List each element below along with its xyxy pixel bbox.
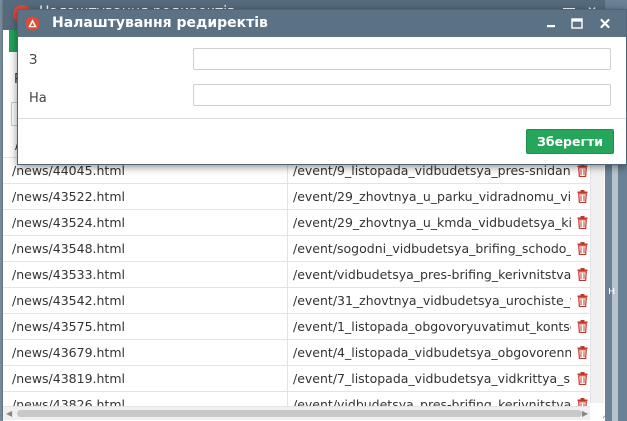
to-label: На	[29, 91, 47, 106]
table-row[interactable]: /news/43522.html/event/29_zhovtnya_u_par…	[3, 183, 590, 210]
table-row[interactable]: /news/43575.html/event/1_listopada_obgov…	[3, 313, 590, 340]
source-url-cell: /news/43542.html	[12, 293, 125, 308]
desktop-hint-text: н	[608, 284, 616, 297]
horizontal-scroll-thumb[interactable]	[17, 410, 582, 417]
table-row[interactable]: /news/43548.html/event/sogodni_vidbudets…	[3, 235, 590, 262]
source-url-cell: /news/44045.html	[12, 163, 125, 178]
from-input[interactable]	[193, 48, 611, 70]
scroll-left-icon[interactable]: ◀	[6, 409, 12, 418]
target-url-cell: /event/29_zhovtnya_u_parku_vidradnomu_vi…	[293, 189, 571, 204]
save-button[interactable]: Зберегти	[526, 129, 614, 154]
app-logo-icon	[25, 16, 40, 31]
table-row[interactable]: /news/43524.html/event/29_zhovtnya_u_kmd…	[3, 209, 590, 236]
target-url-cell: /event/29_zhovtnya_u_kmda_vidbudetsya_ki…	[293, 215, 571, 230]
minimize-icon[interactable]	[544, 17, 558, 30]
dialog-title: Налаштування редиректів	[52, 15, 268, 31]
delete-icon[interactable]	[577, 294, 588, 307]
source-url-cell: /news/43679.html	[12, 345, 125, 360]
column-divider	[287, 262, 288, 288]
table-row[interactable]: /news/43819.html/event/7_listopada_vidbu…	[3, 365, 590, 392]
table-row[interactable]: /news/43542.html/event/31_zhovtnya_vidbu…	[3, 287, 590, 314]
delete-icon[interactable]	[577, 242, 588, 255]
delete-icon[interactable]	[577, 190, 588, 203]
column-divider	[287, 184, 288, 210]
source-url-cell: /news/43524.html	[12, 215, 125, 230]
delete-icon[interactable]	[577, 372, 588, 385]
scroll-right-icon[interactable]: ▶	[582, 409, 588, 418]
column-divider	[287, 210, 288, 236]
close-icon[interactable]	[598, 17, 612, 30]
dialog-title-bar[interactable]: Налаштування редиректів	[18, 10, 626, 37]
delete-icon[interactable]	[577, 268, 588, 281]
column-divider	[287, 366, 288, 392]
to-input[interactable]	[193, 84, 611, 106]
column-divider	[287, 314, 288, 340]
delete-icon[interactable]	[577, 216, 588, 229]
column-divider	[287, 236, 288, 262]
column-divider	[287, 340, 288, 366]
target-url-cell: /event/sogodni_vidbudetsya_brifing_schod…	[293, 241, 571, 256]
target-url-cell: /event/4_listopada_vidbudetsya_obgovoren…	[293, 345, 571, 360]
target-url-cell: /event/31_zhovtnya_vidbudetsya_urochiste…	[293, 293, 571, 308]
source-url-cell: /news/43819.html	[12, 371, 125, 386]
delete-icon[interactable]	[577, 164, 588, 177]
source-url-cell: /news/43575.html	[12, 319, 125, 334]
from-label: З	[29, 53, 38, 68]
maximize-icon[interactable]	[570, 17, 584, 30]
source-url-cell: /news/43533.html	[12, 267, 125, 282]
target-url-cell: /event/7_listopada_vidbudetsya_vidkritty…	[293, 371, 571, 386]
redirect-settings-dialog: Налаштування редиректів З На Зберегти	[17, 9, 627, 165]
table-row[interactable]: /news/43679.html/event/4_listopada_vidbu…	[3, 339, 590, 366]
table-row[interactable]: /news/43533.html/event/vidbudetsya_pres-…	[3, 261, 590, 288]
vertical-scrollbar[interactable]	[590, 163, 604, 403]
source-url-cell: /news/43548.html	[12, 241, 125, 256]
horizontal-scrollbar[interactable]: ◀ ▶	[3, 406, 590, 420]
delete-icon[interactable]	[577, 346, 588, 359]
target-url-cell: /event/9_listopada_vidbudetsya_pres-snid…	[293, 163, 571, 178]
delete-icon[interactable]	[577, 320, 588, 333]
target-url-cell: /event/1_listopada_obgovoryuvatimut_kont…	[293, 319, 571, 334]
column-divider	[287, 288, 288, 314]
source-url-cell: /news/43522.html	[12, 189, 125, 204]
dialog-divider	[18, 118, 626, 119]
target-url-cell: /event/vidbudetsya_pres-brifing_kerivnit…	[293, 267, 571, 282]
